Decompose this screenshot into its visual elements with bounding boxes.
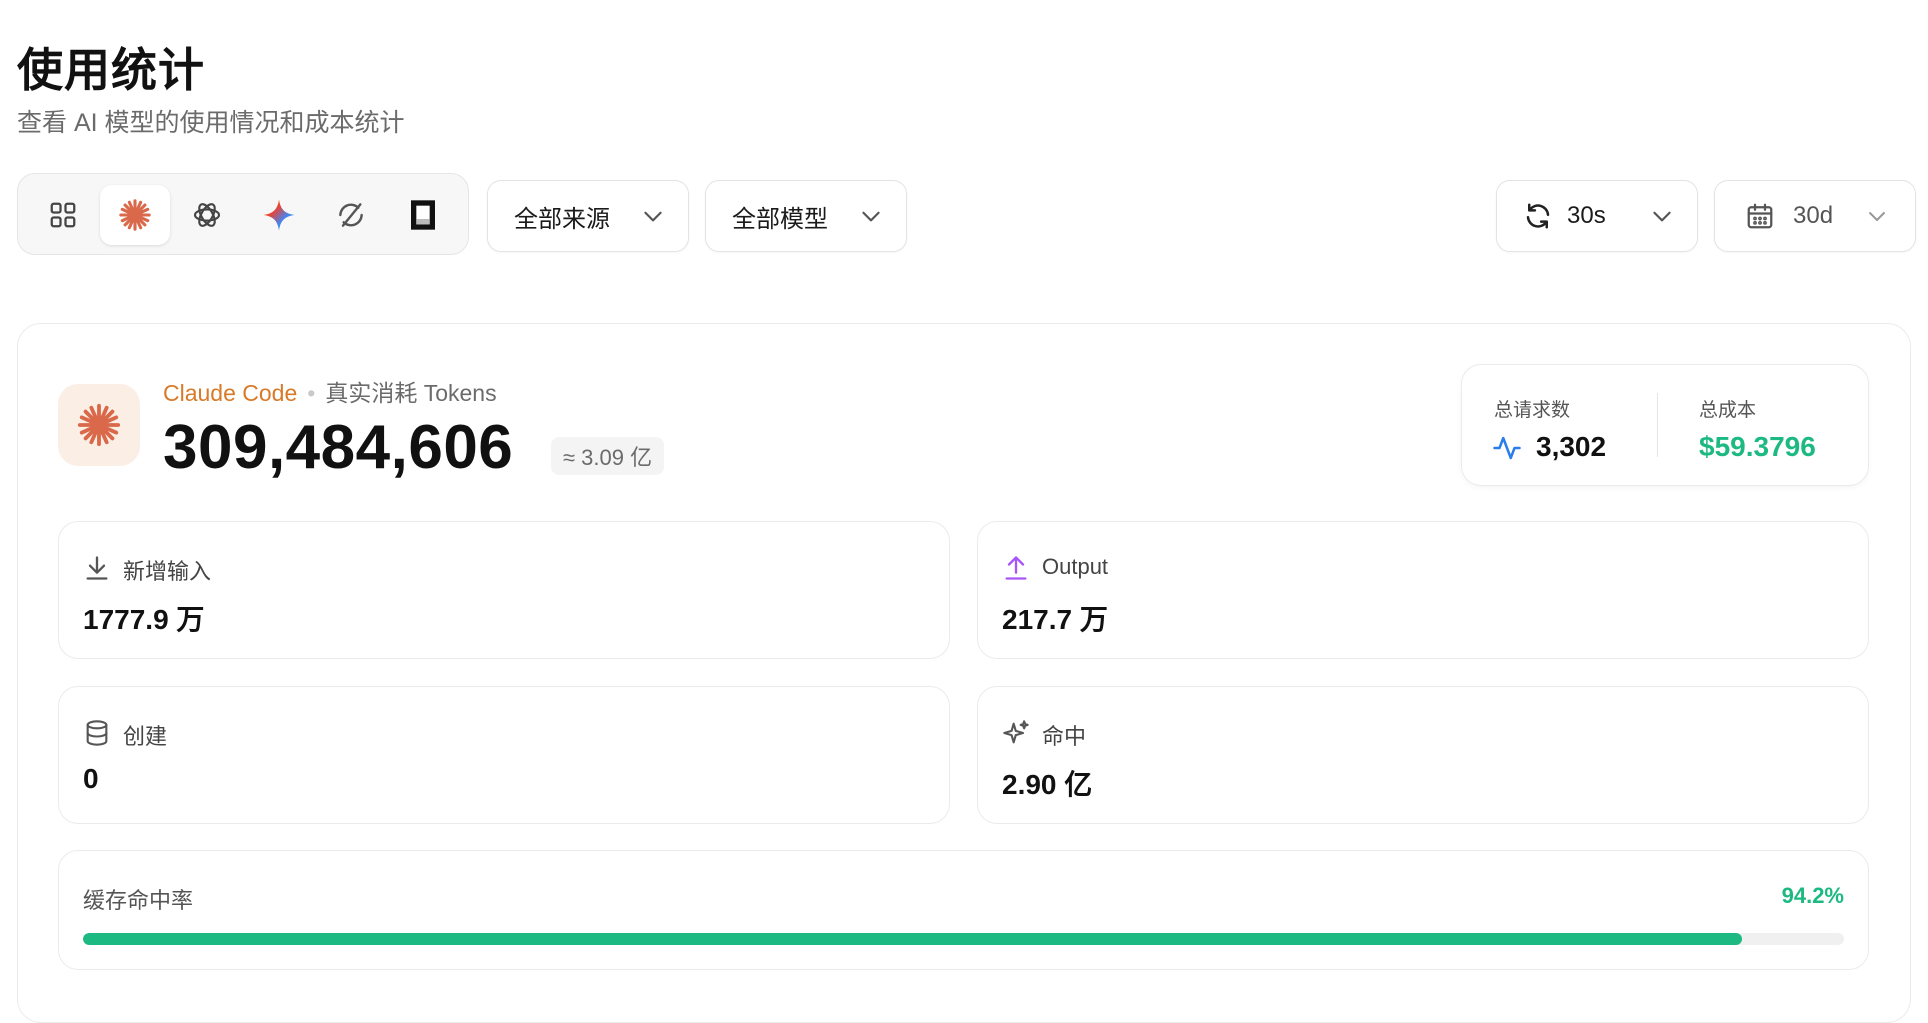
hit-label: 命中 (1042, 724, 1087, 749)
model-select-value: 全部模型 (732, 205, 828, 233)
page-title: 使用统计 (17, 44, 205, 96)
terminal-icon (411, 200, 435, 230)
refresh-interval-select[interactable]: 30s (1496, 180, 1698, 252)
source-name: Claude Code (163, 380, 298, 406)
database-icon (86, 720, 108, 746)
cache-rate-track (83, 933, 1844, 945)
activity-icon (1493, 436, 1521, 460)
refresh-interval-value: 30s (1567, 202, 1606, 229)
output-value: 217.7 万 (1002, 604, 1108, 635)
create-value: 0 (83, 763, 99, 794)
create-stat-card: 创建 0 (58, 686, 950, 824)
cache-hit-rate-panel: 缓存命中率 94.2% (58, 850, 1869, 970)
claude-icon (77, 403, 121, 447)
date-range-value: 30d (1793, 202, 1834, 229)
cache-rate-fill (83, 933, 1742, 945)
totals-divider (1657, 393, 1658, 457)
page-subtitle: 查看 AI 模型的使用情况和成本统计 (17, 109, 405, 137)
input-value: 1777.9 万 (83, 604, 205, 635)
token-kind-label: 真实消耗 Tokens (325, 380, 497, 406)
summary-meta: Claude Code • 真实消耗 Tokens (163, 374, 497, 408)
grid-icon (50, 202, 76, 228)
provider-claude-button[interactable] (100, 185, 170, 245)
meta-separator: • (307, 380, 316, 406)
output-stat-card: Output 217.7 万 (977, 521, 1869, 659)
approx-badge: ≈ 3.09 亿 (551, 437, 665, 475)
provider-terminal-button[interactable] (388, 185, 458, 245)
input-label: 新增输入 (123, 559, 212, 584)
usage-summary-card: Claude Code • 真实消耗 Tokens 309,484,606 ≈ 3.… (17, 323, 1911, 1023)
openai-icon (193, 203, 221, 227)
source-select[interactable]: 全部来源 (487, 180, 689, 252)
cost-value: $59.3796 (1699, 431, 1816, 462)
chevron-down-icon (1653, 211, 1671, 222)
model-select[interactable]: 全部模型 (705, 180, 907, 252)
refresh-icon (1526, 203, 1550, 229)
download-icon (86, 556, 108, 580)
chevron-down-icon (644, 211, 662, 222)
upload-icon (1005, 556, 1027, 580)
cache-rate-percent: 94.2% (1781, 883, 1844, 908)
totals-panel: 总请求数 3,302 总成本 $59.3796 (1461, 364, 1869, 486)
create-label: 创建 (123, 724, 168, 749)
provider-sync-button[interactable] (316, 185, 386, 245)
gemini-icon (263, 199, 295, 231)
provider-logo (58, 384, 140, 466)
hit-value: 2.90 亿 (1002, 769, 1093, 800)
sparkles-icon (1003, 720, 1029, 744)
claude-icon (119, 199, 151, 231)
provider-gemini-button[interactable] (244, 185, 314, 245)
provider-openai-button[interactable] (172, 185, 242, 245)
usage-stats-page: 使用统计 查看 AI 模型的使用情况和成本统计 全部来源 全部模型 30s 30… (0, 0, 1928, 1023)
hit-stat-card: 命中 2.90 亿 (977, 686, 1869, 824)
calendar-icon (1747, 203, 1773, 229)
total-tokens-value: 309,484,606 (163, 413, 514, 482)
cost-label: 总成本 (1699, 400, 1757, 421)
sync-off-icon (339, 203, 363, 227)
provider-all-button[interactable] (28, 185, 98, 245)
output-label: Output (1042, 554, 1109, 579)
date-range-select[interactable]: 30d (1714, 180, 1916, 252)
requests-label: 总请求数 (1494, 400, 1571, 421)
chevron-down-icon (1869, 212, 1885, 221)
provider-filter-group (17, 173, 469, 255)
input-stat-card: 新增输入 1777.9 万 (58, 521, 950, 659)
requests-value: 3,302 (1536, 431, 1607, 462)
cache-rate-label: 缓存命中率 (83, 888, 194, 913)
chevron-down-icon (862, 211, 880, 222)
source-select-value: 全部来源 (514, 205, 610, 233)
